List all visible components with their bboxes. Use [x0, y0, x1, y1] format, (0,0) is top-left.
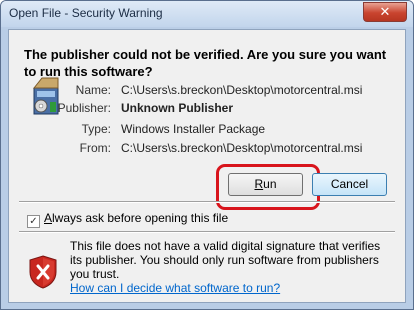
detail-value: Windows Installer Package — [121, 122, 266, 136]
always-ask-label: lways ask before opening this file — [52, 211, 229, 225]
security-warning-dialog: Open File - Security Warning ✕ The publi… — [0, 0, 414, 310]
divider — [19, 231, 395, 233]
detail-value: C:\Users\s.breckon\Desktop\motorcentral.… — [121, 83, 363, 97]
cancel-button[interactable]: Cancel — [312, 173, 387, 196]
window-title: Open File - Security Warning — [9, 6, 163, 20]
detail-label: Name: — [75, 83, 111, 97]
run-button[interactable]: Run — [228, 173, 303, 196]
divider — [19, 201, 395, 203]
detail-value: C:\Users\s.breckon\Desktop\motorcentral.… — [121, 141, 363, 155]
warning-text: This file does not have a valid digital … — [70, 239, 381, 281]
detail-label: From: — [79, 141, 111, 155]
detail-value: Unknown Publisher — [121, 101, 234, 115]
always-ask-accelerator: A — [44, 211, 53, 225]
always-ask-option[interactable]: ✓ Always ask before opening this file — [27, 211, 228, 228]
warning-headline: The publisher could not be verified. Are… — [24, 47, 387, 79]
always-ask-checkbox[interactable]: ✓ — [27, 215, 40, 228]
title-bar[interactable]: Open File - Security Warning ✕ — [1, 1, 413, 27]
shield-error-icon — [29, 255, 57, 289]
run-accelerator: R — [254, 177, 264, 191]
help-link[interactable]: How can I decide what software to run? — [70, 281, 280, 295]
detail-label: Publisher: — [57, 101, 111, 115]
dialog-body: The publisher could not be verified. Are… — [8, 29, 406, 303]
run-label: un — [263, 177, 277, 191]
detail-label: Type: — [81, 122, 111, 136]
close-button[interactable]: ✕ — [363, 2, 407, 22]
warning-message: This file does not have a valid digital … — [70, 239, 395, 295]
